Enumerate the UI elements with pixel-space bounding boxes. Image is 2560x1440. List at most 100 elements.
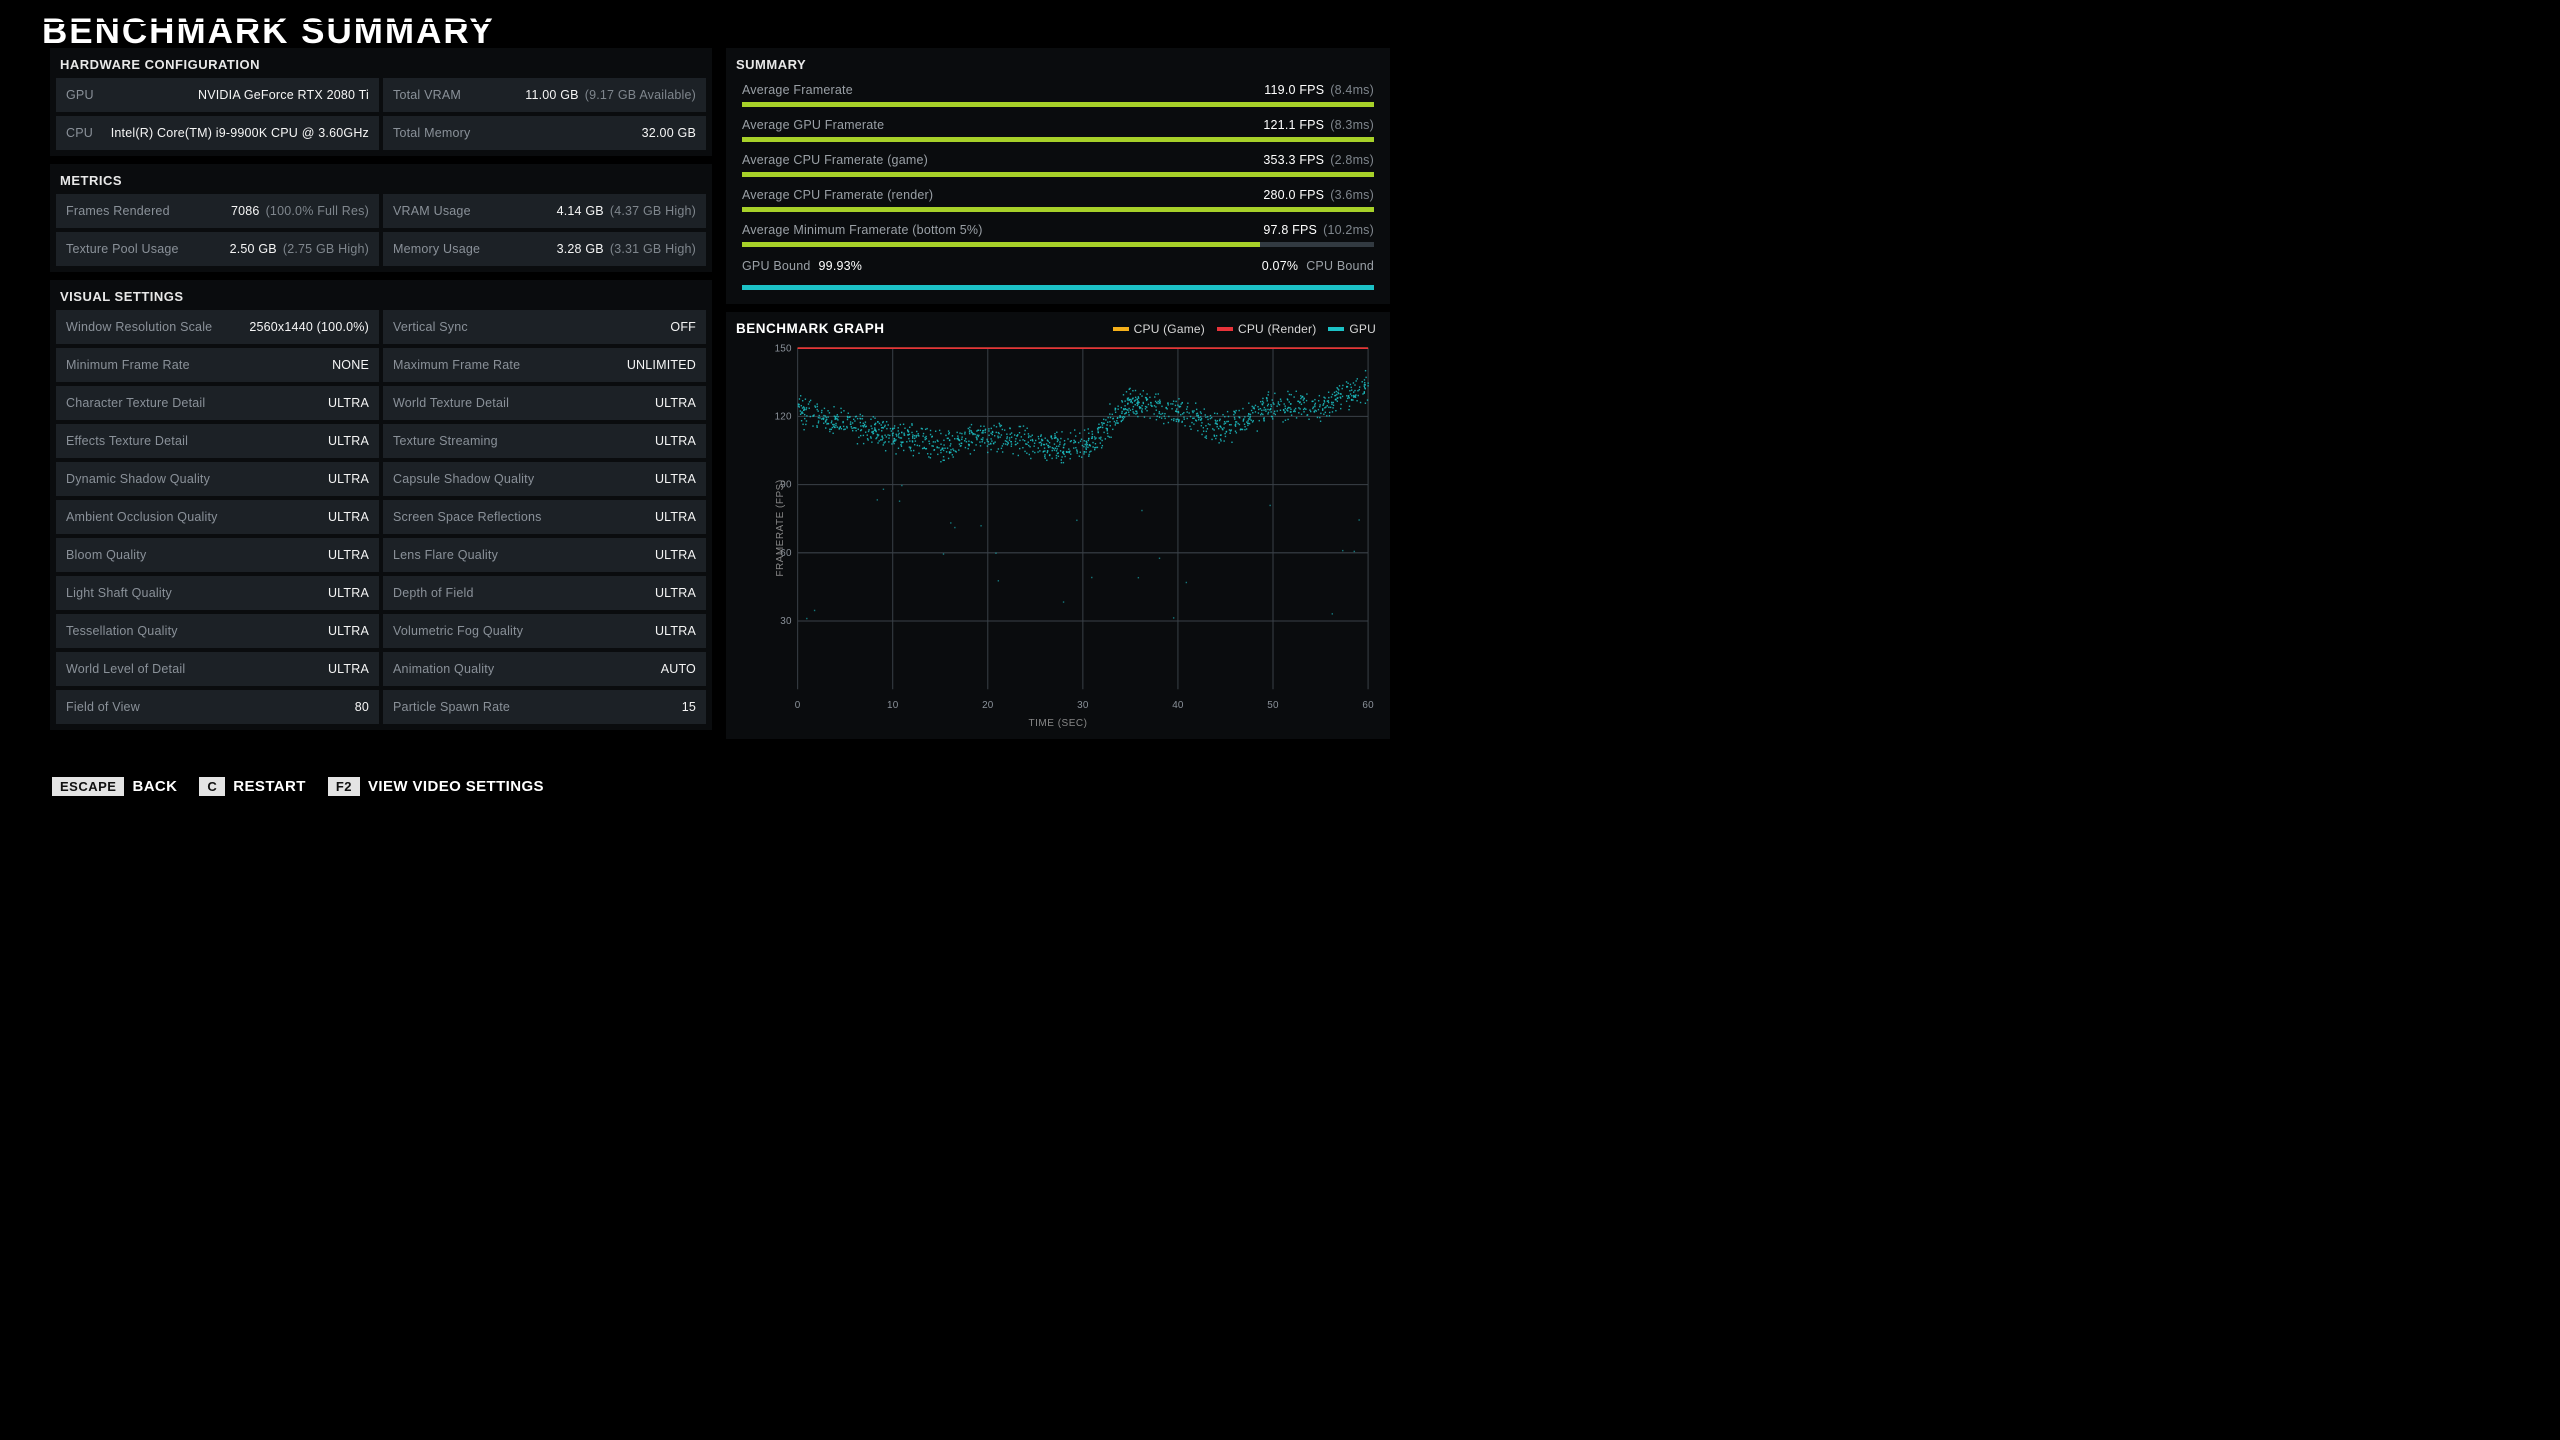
summary-bar [742, 242, 1374, 247]
summary-row: Average CPU Framerate (render)280.0 FPS(… [732, 183, 1384, 218]
label: GPU [66, 88, 94, 102]
value: 97.8 FPS [1263, 223, 1317, 237]
value: ULTRA [655, 434, 696, 448]
value-sub: (100.0% Full Res) [266, 204, 369, 218]
value: UNLIMITED [627, 358, 696, 372]
label: Effects Texture Detail [66, 434, 188, 448]
value-sub: (9.17 GB Available) [585, 88, 696, 102]
label: Average Framerate [742, 83, 1264, 97]
bound-bar-fill [742, 285, 1374, 290]
graph-title: BENCHMARK GRAPH [736, 321, 885, 336]
legend-label: CPU (Game) [1134, 322, 1205, 336]
label: VRAM Usage [393, 204, 471, 218]
label: Animation Quality [393, 662, 494, 676]
hardware-panel: HARDWARE CONFIGURATION GPU NVIDIA GeForc… [50, 48, 712, 156]
value-sub: (2.8ms) [1330, 153, 1374, 167]
label: Screen Space Reflections [393, 510, 542, 524]
legend-label: CPU (Render) [1238, 322, 1316, 336]
value: ULTRA [328, 624, 369, 638]
label: Frames Rendered [66, 204, 170, 218]
value: ULTRA [655, 586, 696, 600]
visual-setting-row: Field of View80 [56, 690, 379, 724]
value: 4.14 GB [557, 204, 604, 218]
label: Average GPU Framerate [742, 118, 1263, 132]
summary-bar [742, 102, 1374, 107]
value-sub: (3.6ms) [1330, 188, 1374, 202]
label: Total VRAM [393, 88, 461, 102]
graph-panel: BENCHMARK GRAPH CPU (Game) CPU (Render) … [726, 312, 1390, 739]
value: ULTRA [655, 548, 696, 562]
value: 2560x1440 (100.0%) [249, 320, 369, 334]
svg-text:150: 150 [775, 343, 792, 354]
value: ULTRA [655, 624, 696, 638]
legend-gpu: GPU [1328, 322, 1376, 336]
metrics-header: METRICS [56, 170, 706, 194]
value: 121.1 FPS [1263, 118, 1324, 132]
summary-bar-fill [742, 137, 1374, 142]
label: Memory Usage [393, 242, 480, 256]
hardware-cpu-row: CPU Intel(R) Core(TM) i9-9900K CPU @ 3.6… [56, 116, 379, 150]
label: Capsule Shadow Quality [393, 472, 534, 486]
value-sub: (8.3ms) [1330, 118, 1374, 132]
metrics-texpool-row: Texture Pool Usage 2.50 GB (2.75 GB High… [56, 232, 379, 266]
label: Volumetric Fog Quality [393, 624, 523, 638]
swatch-gpu-icon [1328, 327, 1344, 331]
value-sub: (10.2ms) [1323, 223, 1374, 237]
summary-row: Average Minimum Framerate (bottom 5%)97.… [732, 218, 1384, 253]
visual-setting-row: Volumetric Fog Quality ULTRA [383, 614, 706, 648]
benchmark-chart: FRAMERATE (FPS) 010203040506030609012015… [732, 342, 1384, 714]
value: 11.00 GB [525, 88, 579, 102]
hardware-vram-row: Total VRAM 11.00 GB (9.17 GB Available) [383, 78, 706, 112]
svg-text:30: 30 [1077, 700, 1089, 711]
label: Average Minimum Framerate (bottom 5%) [742, 223, 1263, 237]
value: 119.0 FPS [1264, 83, 1324, 97]
label: Window Resolution Scale [66, 320, 212, 334]
value: OFF [670, 320, 696, 334]
visual-setting-row: Dynamic Shadow QualityULTRA [56, 462, 379, 496]
label: Light Shaft Quality [66, 586, 172, 600]
visual-setting-row: Maximum Frame Rate UNLIMITED [383, 348, 706, 382]
back-button[interactable]: ESCAPE BACK [52, 777, 177, 796]
video-settings-button[interactable]: F2 VIEW VIDEO SETTINGS [328, 777, 544, 796]
visual-setting-row: Ambient Occlusion QualityULTRA [56, 500, 379, 534]
visual-setting-row: Particle Spawn Rate 15 [383, 690, 706, 724]
key-escape-icon: ESCAPE [52, 777, 124, 796]
axis-y-label: FRAMERATE (FPS) [775, 479, 786, 576]
label: Maximum Frame Rate [393, 358, 520, 372]
value: 2.50 GB [230, 242, 277, 256]
label: World Level of Detail [66, 662, 185, 676]
value: 15 [682, 700, 696, 714]
summary-row: Average CPU Framerate (game)353.3 FPS(2.… [732, 148, 1384, 183]
legend-label: GPU [1349, 322, 1376, 336]
hardware-mem-row: Total Memory 32.00 GB [383, 116, 706, 150]
value-sub: (3.31 GB High) [610, 242, 696, 256]
metrics-frames-row: Frames Rendered 7086 (100.0% Full Res) [56, 194, 379, 228]
value: 353.3 FPS [1263, 153, 1324, 167]
visual-setting-row: Texture Streaming ULTRA [383, 424, 706, 458]
label: Bloom Quality [66, 548, 146, 562]
visual-setting-row: Capsule Shadow QualityULTRA [383, 462, 706, 496]
visual-setting-row: Vertical Sync OFF [383, 310, 706, 344]
swatch-cpu-render-icon [1217, 327, 1233, 331]
label: Particle Spawn Rate [393, 700, 510, 714]
summary-bar [742, 172, 1374, 177]
svg-text:50: 50 [1267, 700, 1279, 711]
value: ULTRA [655, 396, 696, 410]
bound-row: GPU Bound 99.93% 0.07% CPU Bound [732, 253, 1384, 280]
svg-text:120: 120 [775, 411, 792, 422]
label: Ambient Occlusion Quality [66, 510, 218, 524]
value: 280.0 FPS [1263, 188, 1324, 202]
value: 3.28 GB [557, 242, 604, 256]
value: NONE [332, 358, 369, 372]
label: Vertical Sync [393, 320, 468, 334]
label: Texture Streaming [393, 434, 498, 448]
value: 32.00 GB [642, 126, 696, 140]
restart-button[interactable]: C RESTART [199, 777, 305, 796]
summary-header: SUMMARY [732, 54, 1384, 78]
restart-label: RESTART [233, 778, 306, 795]
visual-setting-row: Light Shaft Quality ULTRA [56, 576, 379, 610]
summary-bar [742, 137, 1374, 142]
value-sub: (4.37 GB High) [610, 204, 696, 218]
svg-text:30: 30 [780, 616, 792, 627]
value: ULTRA [328, 586, 369, 600]
